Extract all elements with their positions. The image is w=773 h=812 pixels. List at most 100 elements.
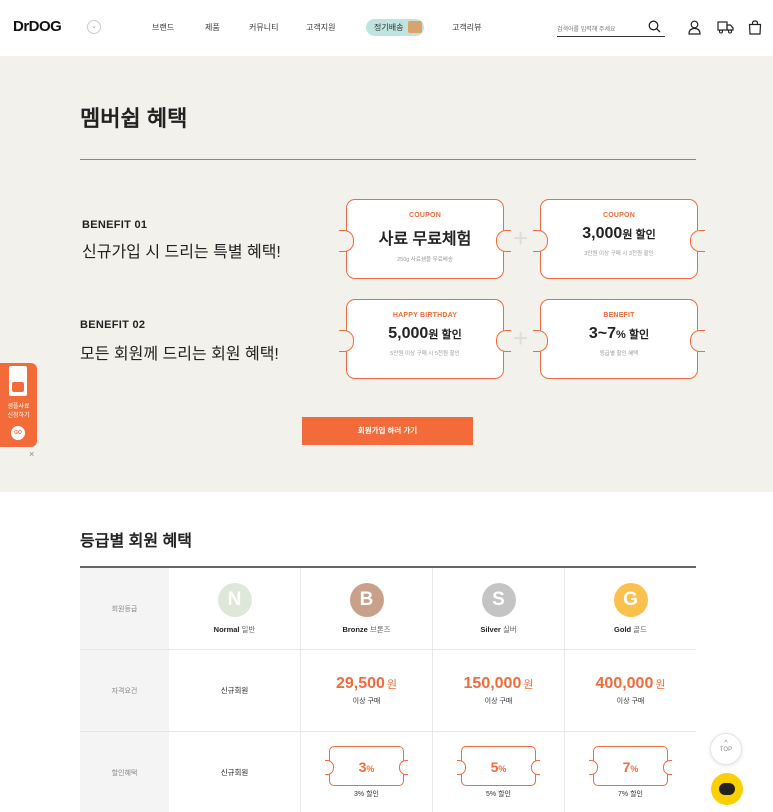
page-title: 멤버쉽 혜택	[80, 106, 188, 131]
coupon-unit: %	[498, 764, 507, 774]
grade-s-badge: S	[481, 582, 516, 617]
grade-n-badge: N	[217, 582, 252, 617]
delivery-truck-icon[interactable]	[717, 20, 734, 34]
discount-sub: 5% 할인	[486, 791, 511, 798]
grade-silver: S Silver 실버	[432, 568, 564, 649]
top-label: TOP	[719, 747, 733, 753]
coupon-tag: BENEFIT	[603, 312, 635, 319]
banner-line2: 신청하기	[7, 413, 30, 419]
discount-silver: 5% 5% 할인	[432, 732, 564, 812]
nav-products[interactable]: 제품	[205, 22, 220, 33]
price-amount: 29,500	[335, 675, 385, 692]
discount-coupon: 7%	[589, 746, 672, 786]
coupon-desc: 5만원 이상 구매 시 5천원 할인	[390, 351, 460, 357]
price-unit: 원	[655, 679, 666, 691]
nav-brand[interactable]: 브랜드	[152, 22, 174, 33]
close-icon[interactable]: ×	[29, 449, 34, 459]
requirement-bronze: 29,500 원 이상 구매	[300, 650, 432, 731]
banner-line1: 샘플사료	[7, 404, 30, 410]
requirement-silver: 150,000 원 이상 구매	[432, 650, 564, 731]
coupon-tag: HAPPY BIRTHDAY	[392, 312, 458, 319]
grade-name: Bronze 브론즈	[342, 624, 390, 635]
divider	[80, 159, 696, 160]
logo[interactable]: DrDOG	[13, 18, 62, 35]
benefit2-text: 모든 회원께 드리는 회원 혜택!	[80, 346, 279, 363]
table-row-requirement: 자격요건 신규회원 29,500 원 이상 구매 150,000 원 이상 구매 4…	[80, 650, 696, 732]
nav-community[interactable]: 커뮤니티	[249, 22, 278, 33]
row-header: 할인혜택	[80, 732, 169, 812]
coupon-unit: 원 할인	[428, 329, 462, 341]
coupon-grade-benefit: BENEFIT 3~7% 할인 등급별 할인 혜택	[533, 299, 705, 379]
scroll-top-button[interactable]: ^ TOP	[710, 733, 742, 765]
grade-table: 회원등급 N Normal 일반 B Bronze 브론즈 S Silver 실버 G…	[80, 566, 696, 812]
coupon-main-text: 사료 무료체험	[378, 231, 472, 248]
shopping-bag-icon[interactable]	[748, 20, 762, 35]
table-row-grade: 회원등급 N Normal 일반 B Bronze 브론즈 S Silver 실버 G…	[80, 568, 696, 650]
grade-gold: G Gold 골드	[564, 568, 696, 649]
discount-bronze: 3% 3% 할인	[300, 732, 432, 812]
search-bar	[557, 18, 665, 38]
discount-sub: 3% 할인	[354, 791, 379, 798]
requirement-text: 신규회원	[220, 686, 249, 695]
discount-text: 신규회원	[220, 768, 249, 777]
coupon-desc: 등급별 할인 혜택	[599, 351, 639, 357]
go-button[interactable]: GO	[11, 426, 25, 440]
price-unit: 원	[523, 679, 534, 691]
chevron-down-icon[interactable]: ⌄	[87, 20, 101, 34]
search-icon[interactable]	[648, 20, 661, 33]
benefit1-label: BENEFIT 01	[82, 219, 148, 231]
sample-request-banner[interactable]: 샘플사료 신청하기 GO	[0, 363, 37, 447]
grade-g-badge: G	[613, 582, 648, 617]
user-icon[interactable]	[688, 20, 701, 35]
box-icon	[408, 21, 422, 33]
site-header: DrDOG ⌄ 브랜드 제품 커뮤니티 고객지원 정기배송 고객리뷰	[0, 0, 773, 56]
coupon-unit: 원 할인	[622, 229, 656, 241]
coupon-3000-discount: COUPON 3,000원 할인 3만원 이상 구매 시 3천원 할인	[533, 199, 705, 279]
requirement-price: 400,000 원	[596, 675, 666, 693]
coupon-desc: 250g 사료샘플 무료배송	[397, 257, 453, 263]
coupon-tag: COUPON	[603, 212, 635, 219]
signup-button[interactable]: 회원가입 하러 가기	[302, 417, 473, 445]
grade-name-ko: 브론즈	[369, 624, 391, 634]
requirement-price: 150,000 원	[464, 675, 534, 693]
chat-button[interactable]	[711, 773, 743, 805]
search-input[interactable]	[557, 22, 647, 38]
coupon-desc: 3만원 이상 구매 시 3천원 할인	[584, 251, 654, 257]
chevron-up-icon: ^	[724, 740, 728, 747]
discount-gold: 7% 7% 할인	[564, 732, 696, 812]
grade-name-en: Normal	[213, 624, 240, 634]
row-header: 회원등급	[80, 568, 169, 649]
plus-icon: +	[513, 323, 529, 353]
grade-name-en: Silver	[480, 624, 501, 634]
discount-coupon: 5%	[457, 746, 540, 786]
benefit1-text: 신규가입 시 드리는 특별 혜택!	[82, 244, 281, 261]
coupon-main: 3~7% 할인	[541, 325, 697, 343]
price-amount: 400,000	[595, 675, 654, 692]
nav-support[interactable]: 고객지원	[306, 22, 335, 33]
price-amount: 150,000	[463, 675, 522, 692]
discount-coupon: 3%	[325, 746, 408, 786]
requirement-sub: 이상 구매	[352, 698, 381, 705]
discount-sub: 7% 할인	[618, 791, 643, 798]
grade-section-title: 등급별 회원 혜택	[80, 533, 192, 550]
coupon-birthday: HAPPY BIRTHDAY 5,000원 할인 5만원 이상 구매 시 5천원…	[339, 299, 511, 379]
grade-bronze: B Bronze 브론즈	[300, 568, 432, 649]
coupon-main: 5,000원 할인	[347, 325, 503, 343]
benefit2-label: BENEFIT 02	[80, 319, 146, 331]
requirement-sub: 이상 구매	[484, 698, 513, 705]
coupon-unit: % 할인	[616, 329, 650, 341]
nav-reviews[interactable]: 고객리뷰	[452, 22, 481, 33]
grade-name-ko: 골드	[633, 624, 647, 634]
grade-name-en: Gold	[614, 624, 632, 634]
requirement-price: 29,500 원	[336, 675, 397, 693]
grade-b-badge: B	[349, 582, 384, 617]
requirement-gold: 400,000 원 이상 구매	[564, 650, 696, 731]
food-pack-icon	[9, 366, 27, 396]
row-header: 자격요건	[80, 650, 169, 731]
nav-subscription[interactable]: 정기배송	[366, 19, 424, 36]
requirement-sub: 이상 구매	[616, 698, 645, 705]
banner-text: 샘플사료 신청하기	[0, 403, 37, 421]
requirement-normal: 신규회원	[169, 650, 300, 731]
coupon-main: 3,000원 할인	[541, 225, 697, 243]
nav-subscription-label: 정기배송	[374, 23, 404, 32]
